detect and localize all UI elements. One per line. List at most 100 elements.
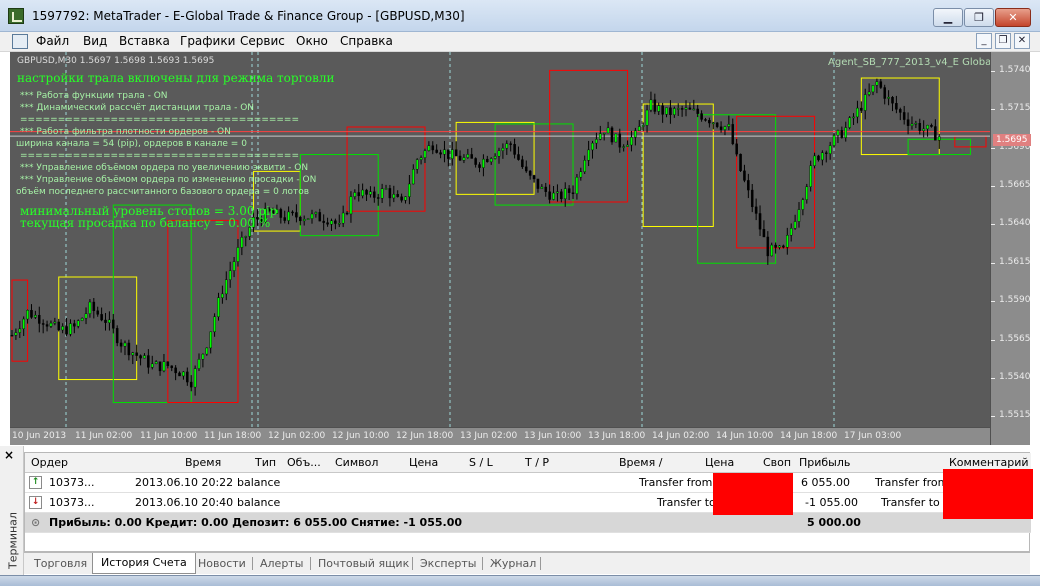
candle-body xyxy=(836,130,840,136)
candle-body xyxy=(591,142,594,151)
candle-body xyxy=(696,108,699,114)
candle-body xyxy=(189,381,193,388)
candle-body xyxy=(602,132,606,135)
candle-body xyxy=(384,188,388,190)
col-close-price[interactable]: Цена xyxy=(705,456,734,469)
maximize-button[interactable]: ❐ xyxy=(964,8,994,27)
metatrader-app-icon[interactable] xyxy=(8,8,24,24)
candle-body xyxy=(828,145,832,154)
tab-experts[interactable]: Эксперты xyxy=(420,557,476,570)
candle-body xyxy=(376,197,380,199)
menu-window[interactable]: Окно xyxy=(296,34,328,48)
row-profit: 6 055.00 xyxy=(801,476,850,489)
candle-body xyxy=(88,301,92,314)
time-axis[interactable]: 10 Jun 2013 11 Jun 02:00 11 Jun 10:00 11… xyxy=(10,427,990,445)
candle-body xyxy=(193,368,197,388)
candle-body xyxy=(902,112,906,120)
close-button[interactable]: ✕ xyxy=(995,8,1031,27)
candle-body xyxy=(100,314,103,321)
price-chart[interactable]: GBPUSD,M30 1.5697 1.5698 1.5693 1.5695 A… xyxy=(10,52,1031,445)
col-comment[interactable]: Комментарий xyxy=(949,456,1029,469)
menu-charts[interactable]: Графики xyxy=(180,34,235,48)
col-close-time[interactable]: Время / xyxy=(619,456,662,469)
candle-body xyxy=(41,323,45,325)
col-symbol[interactable]: Символ xyxy=(335,456,378,469)
candle-body xyxy=(423,150,427,158)
candle-body xyxy=(450,149,454,159)
table-row[interactable]: ↑ 10373... 2013.06.10 20:22 balance Tran… xyxy=(25,473,1031,493)
menu-insert[interactable]: Вставка xyxy=(119,34,170,48)
menu-view[interactable]: Вид xyxy=(83,34,107,48)
candle-body xyxy=(731,124,735,145)
time-tick-label: 14 Jun 18:00 xyxy=(780,431,838,441)
minimize-button[interactable]: ▁ xyxy=(933,8,963,27)
candle-body xyxy=(680,108,684,110)
candle-body xyxy=(295,212,298,218)
candle-body xyxy=(614,133,618,143)
tab-alerts[interactable]: Алерты xyxy=(260,557,303,570)
chart-close-button[interactable]: ✕ xyxy=(1014,33,1030,49)
menu-help[interactable]: Справка xyxy=(340,34,393,48)
redaction-box xyxy=(943,469,1033,519)
candle-body xyxy=(922,128,925,131)
chart-window-icon[interactable] xyxy=(12,34,28,49)
candle-body xyxy=(583,160,586,172)
candle-body xyxy=(380,188,384,199)
candle-body xyxy=(637,126,641,131)
candle-body xyxy=(521,159,524,168)
col-profit[interactable]: Прибыль xyxy=(799,456,850,469)
tab-account-history[interactable]: История Счета xyxy=(92,553,196,574)
row-order: 10373... xyxy=(49,476,95,489)
candle-body xyxy=(575,176,579,194)
candle-body xyxy=(715,122,719,127)
candle-body xyxy=(182,371,185,377)
col-type[interactable]: Тип xyxy=(255,456,276,469)
candle-body xyxy=(186,371,189,383)
candle-body xyxy=(832,135,836,146)
candle-body xyxy=(906,119,910,126)
candle-body xyxy=(805,186,809,200)
candle-body xyxy=(525,166,528,172)
candle-body xyxy=(879,81,883,88)
tab-journal[interactable]: Журнал xyxy=(490,557,536,570)
candle-body xyxy=(887,97,890,99)
candle-body xyxy=(209,331,212,349)
tab-mailbox[interactable]: Почтовый ящик xyxy=(318,557,409,570)
candle-body xyxy=(73,323,76,327)
col-price[interactable]: Цена xyxy=(409,456,438,469)
candle-body xyxy=(669,107,672,115)
col-order[interactable]: Ордер xyxy=(31,456,68,469)
candle-body xyxy=(673,108,676,115)
candle-body xyxy=(353,192,357,197)
candle-body xyxy=(501,147,505,151)
price-tick-label: 1.5640 xyxy=(999,218,1031,228)
col-tp[interactable]: T / P xyxy=(525,456,549,469)
candle-body xyxy=(634,130,637,138)
table-row[interactable]: ↓ 10373... 2013.06.10 20:40 balance Tran… xyxy=(25,493,1031,513)
col-swap[interactable]: Своп xyxy=(763,456,791,469)
terminal-close-icon[interactable]: × xyxy=(4,448,14,462)
price-axis[interactable]: 1.5740 1.5715 1.5690 1.5665 1.5640 1.561… xyxy=(990,52,1031,445)
candle-body xyxy=(131,352,135,356)
indicator-line-0: настройки трала включены для режима торг… xyxy=(17,71,335,85)
col-volume[interactable]: Объ... xyxy=(287,456,321,469)
menu-tools[interactable]: Сервис xyxy=(240,34,285,48)
candle-body xyxy=(361,189,364,197)
candle-body xyxy=(439,152,442,155)
col-sl[interactable]: S / L xyxy=(469,456,493,469)
candle-body xyxy=(244,236,248,238)
candle-body xyxy=(665,107,668,115)
candle-body xyxy=(824,152,828,154)
candle-body xyxy=(38,315,41,324)
candle-body xyxy=(540,186,544,189)
candle-body xyxy=(217,297,220,317)
col-time[interactable]: Время xyxy=(185,456,221,469)
chart-minimize-button[interactable]: _ xyxy=(976,33,992,49)
time-tick-label: 12 Jun 02:00 xyxy=(268,431,326,441)
tab-news[interactable]: Новости xyxy=(198,557,246,570)
chart-restore-button[interactable]: ❐ xyxy=(995,33,1011,49)
candle-body xyxy=(415,159,419,170)
tab-trade[interactable]: Торговля xyxy=(34,557,87,570)
candle-body xyxy=(809,165,812,187)
menu-file[interactable]: Файл xyxy=(36,34,69,48)
